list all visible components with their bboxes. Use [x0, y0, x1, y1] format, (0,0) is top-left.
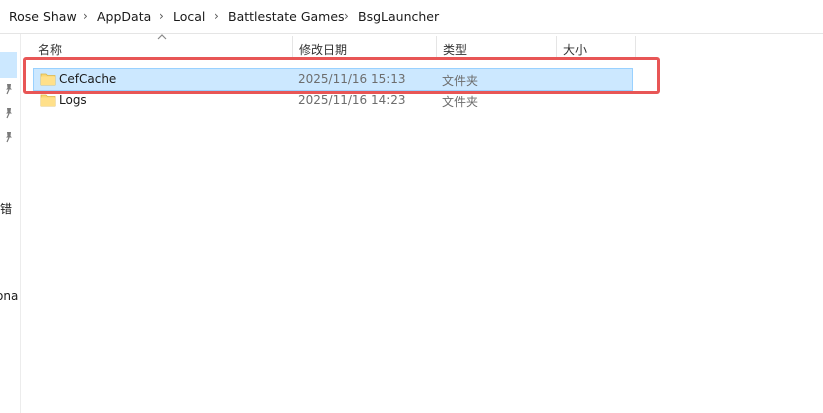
file-type: 文件夹 [442, 95, 479, 109]
file-name: CefCache [59, 72, 117, 86]
breadcrumb-appdata[interactable]: AppData [97, 9, 151, 24]
folder-icon [40, 94, 56, 107]
column-header-size[interactable]: 大小 [557, 34, 635, 61]
column-header-name[interactable]: 名称 [34, 34, 290, 61]
pin-icon [6, 132, 12, 143]
file-date-modified: 2025/11/16 15:13 [298, 72, 406, 86]
column-divider[interactable] [635, 36, 636, 60]
file-date-modified: 2025/11/16 14:23 [298, 93, 406, 107]
breadcrumb-rose-shaw[interactable]: Rose Shaw [9, 9, 77, 24]
breadcrumb-battlestate-games[interactable]: Battlestate Games [228, 9, 345, 24]
file-row-cefcache[interactable]: CefCache 2025/11/16 15:13 文件夹 [33, 68, 633, 91]
breadcrumb-chevron-icon[interactable]: › [214, 9, 219, 23]
file-name: Logs [59, 93, 87, 107]
column-header-type[interactable]: 类型 [437, 34, 555, 61]
folder-icon [40, 73, 56, 86]
file-type: 文件夹 [442, 74, 479, 88]
breadcrumb-bsglauncher[interactable]: BsgLauncher [358, 9, 439, 24]
nav-selected-item[interactable] [0, 52, 17, 78]
column-header-date[interactable]: 修改日期 [293, 34, 435, 61]
address-bar[interactable]: Rose Shaw › AppData › Local › Battlestat… [0, 0, 823, 34]
breadcrumb-chevron-icon[interactable]: › [83, 9, 88, 23]
nav-item-label[interactable]: ona [0, 289, 20, 303]
breadcrumb-chevron-icon[interactable]: › [344, 9, 349, 23]
pin-icon [6, 108, 12, 119]
pin-icon [6, 84, 12, 95]
breadcrumb-chevron-icon[interactable]: › [159, 9, 164, 23]
file-row-logs[interactable]: Logs 2025/11/16 14:23 文件夹 [34, 90, 632, 111]
nav-item-label[interactable]: 报错 [0, 200, 20, 217]
navigation-pane[interactable]: 报错 ona [0, 34, 21, 413]
breadcrumb-local[interactable]: Local [173, 9, 205, 24]
